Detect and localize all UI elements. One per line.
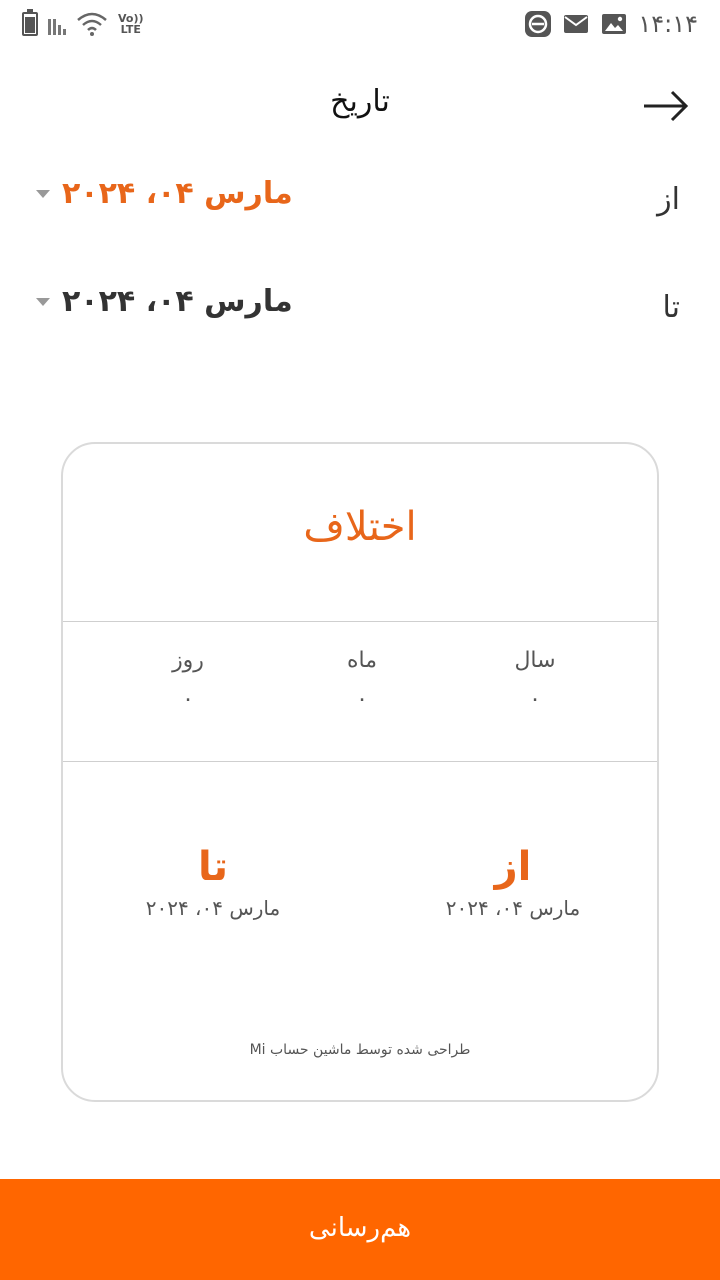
- stat-label: ماه: [346, 648, 377, 673]
- stat-value: ۰: [182, 687, 194, 712]
- endpoint-to: تا مارس ۰۴، ۲۰۲۴: [103, 844, 323, 920]
- stat-label: سال: [514, 648, 556, 673]
- to-date-value: مارس ۰۴، ۲۰۲۴: [62, 284, 293, 319]
- stat-months: ماه ۰: [307, 648, 417, 712]
- endpoint-to-date: مارس ۰۴، ۲۰۲۴: [145, 896, 281, 920]
- wifi-icon: [77, 12, 107, 36]
- from-label: از: [657, 182, 680, 217]
- difference-stats: سال ۰ ماه ۰ روز ۰: [63, 648, 657, 738]
- result-card: اختلاف سال ۰ ماه ۰ روز ۰ از مارس ۰۴، ۲۰۲…: [61, 442, 659, 1102]
- share-button-label: هم‌رسانی: [308, 1213, 412, 1243]
- page-title: تاریخ: [330, 84, 390, 119]
- from-date-value: مارس ۰۴، ۲۰۲۴: [62, 176, 293, 211]
- to-label: تا: [662, 290, 681, 325]
- status-bar: Vo)) LTE ۱۴:۱۴: [0, 0, 720, 48]
- date-endpoints: از مارس ۰۴، ۲۰۲۴ تا مارس ۰۴، ۲۰۲۴: [63, 844, 657, 954]
- endpoint-from-label: از: [494, 844, 532, 890]
- card-divider: [63, 761, 657, 762]
- mail-icon: [564, 15, 589, 33]
- header: تاریخ: [0, 70, 720, 142]
- battery-icon: [22, 9, 38, 36]
- credit-text: طراحی شده توسط ماشین حساب Mi: [249, 1042, 471, 1058]
- stat-label: روز: [172, 648, 204, 673]
- volte-icon: Vo)) LTE: [118, 13, 144, 35]
- arrow-right-icon[interactable]: [642, 88, 690, 124]
- stat-days: روز ۰: [133, 648, 243, 712]
- dropdown-caret-icon: [36, 189, 50, 198]
- status-time: ۱۴:۱۴: [638, 10, 698, 38]
- difference-title: اختلاف: [303, 504, 417, 550]
- card-divider: [63, 621, 657, 622]
- app-e-icon: [525, 11, 552, 37]
- to-date-picker[interactable]: مارس ۰۴، ۲۰۲۴: [36, 284, 293, 319]
- share-button[interactable]: هم‌رسانی: [0, 1179, 720, 1280]
- dropdown-caret-icon: [36, 297, 50, 306]
- to-date-row: تا مارس ۰۴، ۲۰۲۴: [36, 280, 680, 340]
- stat-years: سال ۰: [480, 648, 590, 712]
- status-bar-right: ۱۴:۱۴: [524, 8, 698, 40]
- endpoint-to-label: تا: [197, 844, 229, 890]
- endpoint-from: از مارس ۰۴، ۲۰۲۴: [403, 844, 623, 920]
- from-date-picker[interactable]: مارس ۰۴، ۲۰۲۴: [36, 176, 293, 211]
- from-date-row: از مارس ۰۴، ۲۰۲۴: [36, 172, 680, 232]
- volte-label-bottom: LTE: [120, 23, 141, 36]
- stat-value: ۰: [529, 687, 541, 712]
- image-icon: [602, 14, 627, 34]
- signal-icon: [48, 13, 66, 35]
- status-bar-left: Vo)) LTE: [22, 9, 144, 38]
- endpoint-from-date: مارس ۰۴، ۲۰۲۴: [445, 896, 581, 920]
- stat-value: ۰: [356, 687, 368, 712]
